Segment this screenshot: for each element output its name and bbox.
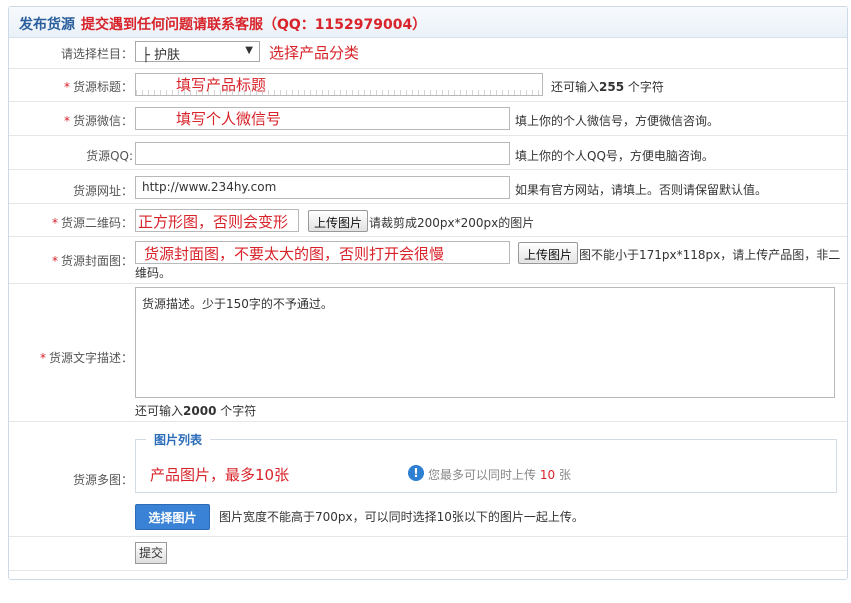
submit-button[interactable]: 提交 [135,542,167,564]
category-selected-value: ├ 护肤 [142,48,180,63]
qrcode-hint: 正方形图，否则会变形 [138,213,289,231]
qq-input[interactable] [135,142,510,165]
category-select[interactable]: ├ 护肤 ▼ [135,41,260,63]
description-textarea[interactable]: 货源描述。少于150字的不予通过。 [135,287,835,398]
cover-note-line2: 维码。 [135,266,172,280]
title-label: * 货源标题： [63,80,133,94]
website-label: 货源网址： [72,184,133,198]
row-wechat: * 货源微信： 填写个人微信号 填上你的个人微信号，方便微信咨询。 [9,102,847,136]
row-title: * 货源标题： 填写产品标题 还可输入255 个字符 [9,69,847,102]
qrcode-upload-button[interactable]: 上传图片 [308,210,369,232]
required-star: * [63,80,70,94]
website-input-value: http://www.234hy.com [142,180,277,194]
website-input[interactable]: http://www.234hy.com [135,176,510,199]
wechat-label: * 货源微信： [63,114,133,128]
cover-label: * 货源封面图： [51,254,133,268]
qq-label: 货源QQ: [86,149,133,163]
gallery-hint: 产品图片，最多10张 [150,466,290,484]
title-char-counter: 还可输入255 个字符 [551,80,664,94]
cover-upload-button[interactable]: 上传图片 [518,242,579,264]
website-note: 如果有官方网站，请填上。否则请保留默认值。 [515,183,768,197]
required-star: * [51,254,58,268]
support-notice: 提交遇到任何问题请联系客服（QQ：1152979004） [81,17,427,33]
image-list-fieldset: 图片列表 产品图片，最多10张 ! 您最多可以同时上传 10 张 [135,431,837,493]
gallery-label: 货源多图： [72,473,133,487]
row-cover: * 货源封面图： 货源封面图，不要太大的图，否则打开会很慢 上传图片 图不能小于1… [9,237,847,284]
cover-note-line1: 图不能小于171px*118px，请上传产品图，非二 [579,248,841,262]
row-qq: 货源QQ: 填上你的个人QQ号，方便电脑咨询。 [9,136,847,170]
description-textarea-value: 货源描述。少于150字的不予通过。 [142,297,333,311]
qrcode-note: 请裁剪成200px*200px的图片 [369,216,535,230]
qq-note: 填上你的个人QQ号，方便电脑咨询。 [515,149,714,163]
info-icon: ! [408,465,424,481]
category-hint: 选择产品分类 [269,44,360,62]
title-input-ruler [136,90,542,95]
qrcode-label: * 货源二维码： [51,216,133,230]
wechat-hint: 填写个人微信号 [176,110,282,128]
required-star: * [51,216,58,230]
cover-input[interactable]: 货源封面图，不要太大的图，否则打开会很慢 [135,241,510,264]
wechat-input[interactable]: 填写个人微信号 [135,107,510,130]
publish-form-panel: 发布货源 提交遇到任何问题请联系客服（QQ：1152979004） 请选择栏目：… [8,6,848,580]
select-images-button[interactable]: 选择图片 [135,504,210,530]
description-char-counter: 还可输入2000 个字符 [135,404,257,418]
required-star: * [63,114,70,128]
image-list-legend: 图片列表 [146,431,211,448]
qrcode-input[interactable]: 正方形图，否则会变形 [135,209,299,232]
gallery-note: 图片宽度不能高于700px，可以同时选择10张以下的图片一起上传。 [219,510,584,524]
cover-hint: 货源封面图，不要太大的图，否则打开会很慢 [144,245,445,263]
row-category: 请选择栏目： ├ 护肤 ▼ 选择产品分类 [9,38,847,69]
row-qrcode: * 货源二维码： 正方形图，否则会变形 上传图片 请裁剪成200px*200px的… [9,204,847,237]
page-title: 发布货源 [19,17,75,33]
form-header: 发布货源 提交遇到任何问题请联系客服（QQ：1152979004） [9,7,847,38]
category-label: 请选择栏目： [60,47,133,61]
description-label: * 货源文字描述： [39,351,133,365]
wechat-note: 填上你的个人微信号，方便微信咨询。 [515,114,720,128]
title-input[interactable]: 填写产品标题 [135,73,543,96]
row-website: 货源网址： http://www.234hy.com 如果有官方网站，请填上。否… [9,170,847,204]
dropdown-arrow-icon: ▼ [245,45,253,56]
upload-limit-info: 您最多可以同时上传 10 张 [428,468,571,482]
required-star: * [39,351,46,365]
